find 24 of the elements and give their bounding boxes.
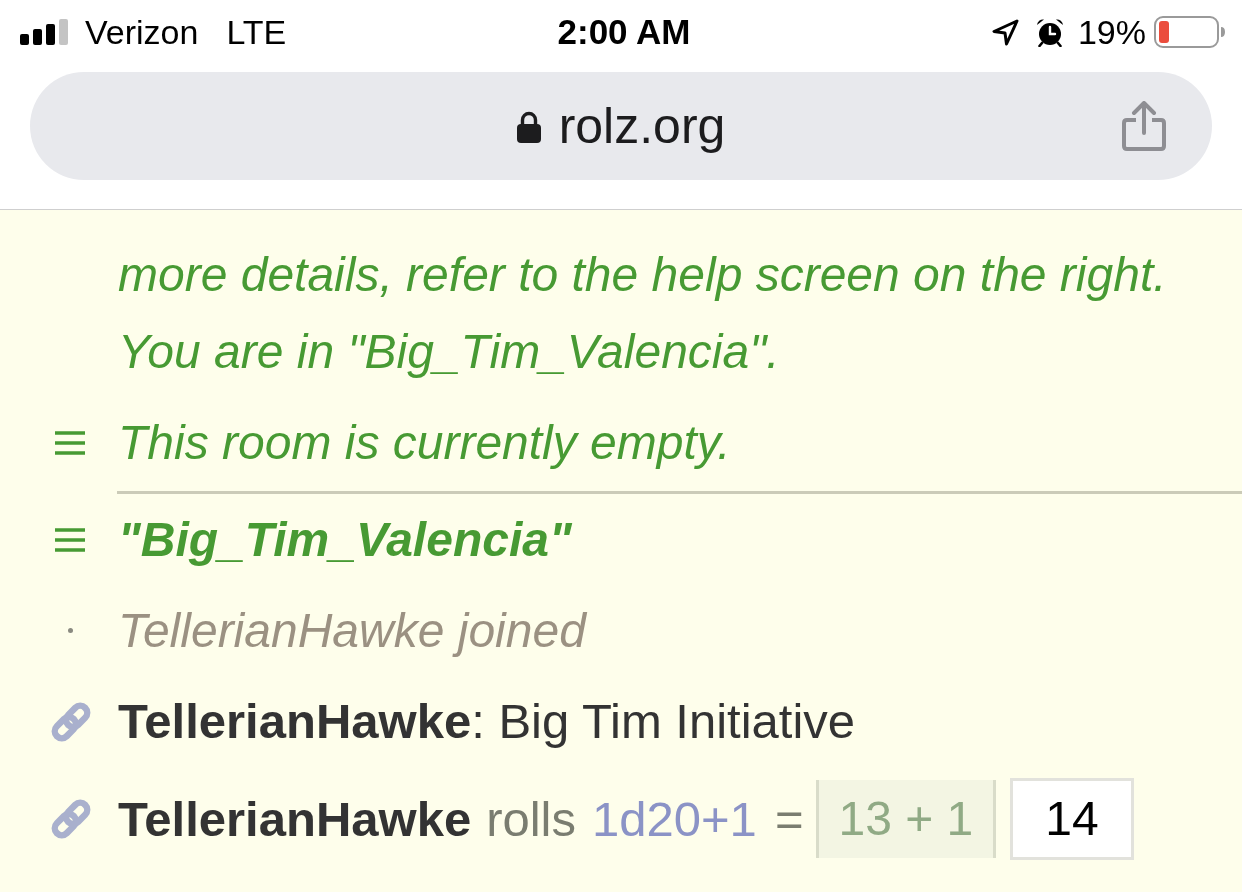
url-text: rolz.org bbox=[558, 97, 726, 155]
info-message: more details, refer to the help screen on the right. bbox=[118, 247, 1167, 303]
dot-icon bbox=[68, 628, 73, 633]
menu-icon[interactable] bbox=[55, 430, 85, 455]
carrier-name: Verizon bbox=[85, 12, 199, 52]
join-notice: TellerianHawke joined bbox=[118, 603, 586, 659]
battery-icon bbox=[1154, 16, 1226, 48]
lock-icon bbox=[516, 111, 541, 143]
roll-breakdown: 13 + 1 bbox=[815, 780, 997, 858]
room-title: "Big_Tim_Valencia" bbox=[118, 512, 572, 568]
clock-time: 2:00 AM bbox=[557, 12, 691, 52]
alarm-clock-icon bbox=[1035, 17, 1064, 47]
menu-icon[interactable] bbox=[55, 527, 85, 552]
roll-message: TellerianHawke rolls 1d20+1 = bbox=[118, 790, 805, 848]
network-type: LTE bbox=[226, 12, 287, 52]
battery-percent: 19% bbox=[1077, 12, 1146, 52]
location-arrow-icon bbox=[991, 18, 1019, 46]
info-message: This room is currently empty. bbox=[118, 415, 731, 471]
info-message: You are in "Big_Tim_Valencia". bbox=[118, 324, 780, 380]
chat-message: TellerianHawke: Big Tim Initiative bbox=[118, 693, 856, 750]
share-icon[interactable] bbox=[1122, 101, 1166, 151]
signal-icon bbox=[20, 19, 70, 45]
roll-total: 14 bbox=[1010, 778, 1134, 860]
address-bar[interactable]: rolz.org bbox=[30, 72, 1212, 180]
